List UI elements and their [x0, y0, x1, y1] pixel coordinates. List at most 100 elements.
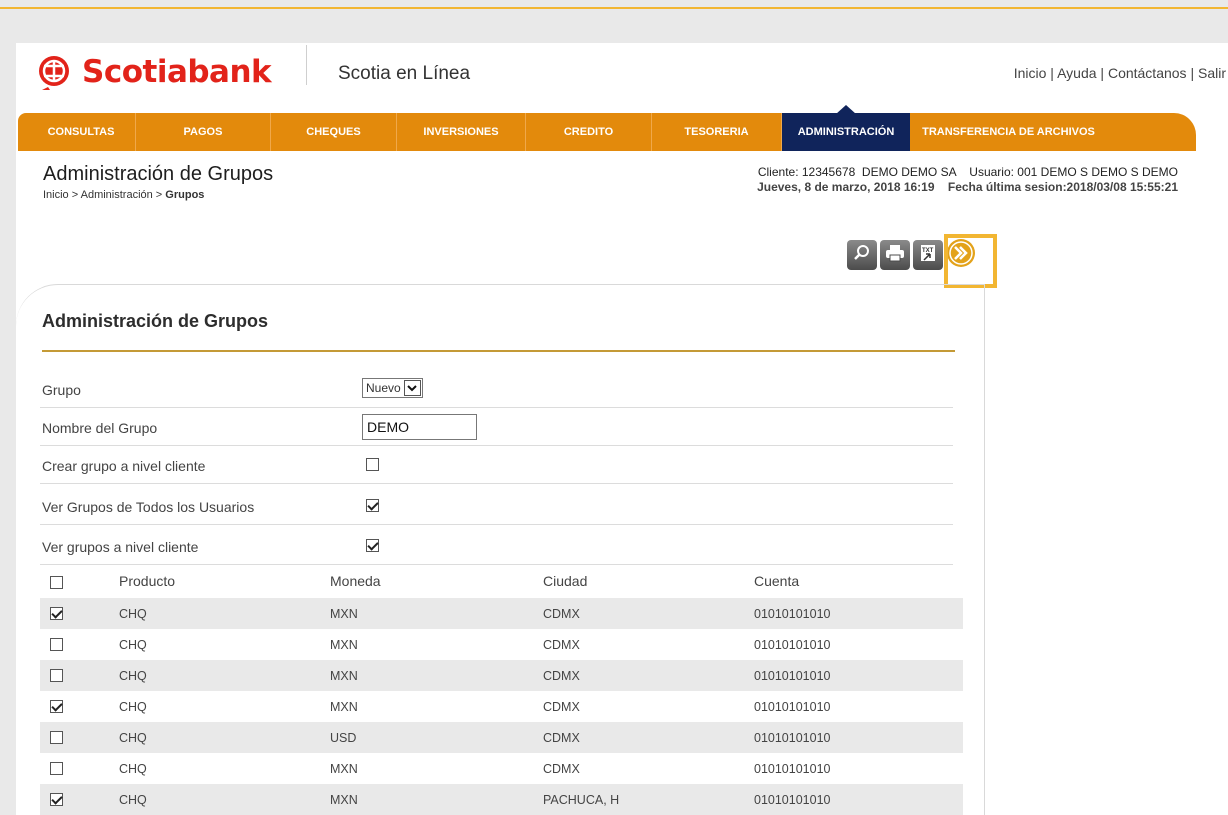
ver-cliente-checkbox[interactable] — [366, 539, 379, 552]
scotiabank-logo[interactable]: Scotiabank — [36, 54, 272, 90]
table-header: Producto Moneda Ciudad Cuenta — [40, 566, 963, 598]
table-row: CHQ MXN PACHUCA, H 01010101010 — [40, 784, 963, 815]
cell-cuenta: 01010101010 — [754, 731, 831, 745]
cell-moneda: USD — [330, 731, 357, 745]
form-row-crear: Crear grupo a nivel cliente — [40, 446, 953, 484]
table-row: CHQ MXN CDMX 01010101010 — [40, 753, 963, 784]
cell-producto: CHQ — [119, 700, 147, 714]
breadcrumb-path[interactable]: Inicio > Administración > — [43, 189, 165, 201]
ver-todos-label: Ver Grupos de Todos los Usuarios — [42, 499, 255, 515]
row-checkbox[interactable] — [50, 669, 63, 682]
breadcrumb: Inicio > Administración > Grupos — [43, 189, 204, 201]
form-row-grupo: Grupo Nuevo — [40, 370, 953, 408]
nav-pagos[interactable]: PAGOS — [136, 113, 271, 151]
top-accent-line — [0, 7, 1228, 9]
cell-moneda: MXN — [330, 638, 358, 652]
link-separator: | — [1096, 65, 1108, 81]
row-checkbox[interactable] — [50, 638, 63, 651]
link-inicio[interactable]: Inicio — [1014, 65, 1047, 81]
cell-ciudad: PACHUCA, H — [543, 793, 620, 807]
form-row-ver-todos: Ver Grupos de Todos los Usuarios — [40, 487, 953, 525]
product-name: Scotia en Línea — [338, 63, 471, 84]
cell-cuenta: 01010101010 — [754, 700, 831, 714]
breadcrumb-current: Grupos — [165, 189, 205, 201]
logo-wordmark: Scotiabank — [82, 54, 272, 90]
ver-cliente-label: Ver grupos a nivel cliente — [42, 539, 199, 555]
header-divider — [306, 45, 307, 85]
table-row: CHQ USD CDMX 01010101010 — [40, 722, 963, 753]
cell-producto: CHQ — [119, 731, 147, 745]
table-row: CHQ MXN CDMX 01010101010 — [40, 660, 963, 691]
ver-todos-checkbox[interactable] — [366, 499, 379, 512]
nav-credito[interactable]: CREDITO — [526, 113, 652, 151]
cell-moneda: MXN — [330, 669, 358, 683]
cell-producto: CHQ — [119, 762, 147, 776]
row-checkbox[interactable] — [50, 731, 63, 744]
accounts-table: Producto Moneda Ciudad Cuenta CHQ MXN CDMX… — [40, 566, 963, 815]
table-row: CHQ MXN CDMX 01010101010 — [40, 598, 963, 629]
table-row: CHQ MXN CDMX 01010101010 — [40, 629, 963, 660]
nav-transferencia-de-archivos[interactable]: TRANSFERENCIA DE ARCHIVOS — [910, 113, 1107, 151]
grupo-label: Grupo — [42, 382, 81, 398]
link-salir[interactable]: Salir — [1198, 65, 1226, 81]
cell-moneda: MXN — [330, 607, 358, 621]
cell-cuenta: 01010101010 — [754, 638, 831, 652]
nombre-label: Nombre del Grupo — [42, 420, 158, 436]
cell-ciudad: CDMX — [543, 762, 580, 776]
nombre-input[interactable] — [362, 414, 477, 440]
header-cuenta: Cuenta — [754, 573, 800, 589]
print-button[interactable] — [880, 240, 910, 270]
form-row-nombre: Nombre del Grupo — [40, 408, 953, 446]
cell-ciudad: CDMX — [543, 607, 580, 621]
row-checkbox[interactable] — [50, 762, 63, 775]
cell-moneda: MXN — [330, 700, 358, 714]
chevron-down-icon — [403, 380, 421, 396]
txt-export-icon: TXT — [918, 243, 938, 268]
cell-producto: CHQ — [119, 793, 147, 807]
row-checkbox[interactable] — [50, 700, 63, 713]
header-moneda: Moneda — [330, 573, 381, 589]
txt-export-button[interactable]: TXT — [913, 240, 943, 270]
link-contactanos[interactable]: Contáctanos — [1108, 65, 1187, 81]
top-links: Inicio | Ayuda | Contáctanos | Salir — [1014, 65, 1226, 81]
link-separator: | — [1186, 65, 1198, 81]
table-row: CHQ MXN CDMX 01010101010 — [40, 691, 963, 722]
nav-tesoreria[interactable]: TESORERIA — [652, 113, 782, 151]
table-body: CHQ MXN CDMX 01010101010 CHQ MXN CDMX 010101010… — [40, 598, 963, 815]
date-session-line: Jueves, 8 de marzo, 2018 16:19 Fecha últ… — [757, 180, 1178, 194]
header-producto: Producto — [119, 573, 176, 589]
cell-cuenta: 01010101010 — [754, 607, 831, 621]
select-all-checkbox[interactable] — [50, 576, 63, 589]
page-title: Administración de Grupos — [43, 163, 274, 185]
panel-title: Administración de Grupos — [42, 311, 269, 331]
grupo-select[interactable]: Nuevo — [362, 378, 423, 398]
cell-cuenta: 01010101010 — [754, 669, 831, 683]
client-info: Cliente: 12345678 DEMO DEMO SA Usuario: … — [757, 165, 1178, 195]
cell-producto: CHQ — [119, 607, 147, 621]
nav-inversiones[interactable]: INVERSIONES — [397, 113, 526, 151]
nav-administracion[interactable]: ADMINISTRACIÓN — [782, 105, 910, 151]
cell-producto: CHQ — [119, 669, 147, 683]
client-user-line: Cliente: 12345678 DEMO DEMO SA Usuario: … — [757, 165, 1178, 179]
link-separator: | — [1046, 65, 1058, 81]
cell-ciudad: CDMX — [543, 638, 580, 652]
row-checkbox[interactable] — [50, 607, 63, 620]
page-content: Scotiabank Scotia en Línea Inicio | Ayud… — [16, 43, 1228, 815]
form-row-ver-cliente: Ver grupos a nivel cliente — [40, 527, 953, 565]
link-ayuda[interactable]: Ayuda — [1057, 65, 1096, 81]
search-button[interactable] — [847, 240, 877, 270]
cell-cuenta: 01010101010 — [754, 762, 831, 776]
cell-ciudad: CDMX — [543, 669, 580, 683]
panel-title-rule — [42, 350, 955, 352]
cell-ciudad: CDMX — [543, 700, 580, 714]
nav-consultas[interactable]: CONSULTAS — [27, 113, 136, 151]
grupo-select-value: Nuevo — [366, 381, 401, 395]
crear-label: Crear grupo a nivel cliente — [42, 458, 206, 474]
next-button-highlight — [944, 234, 997, 288]
row-checkbox[interactable] — [50, 793, 63, 806]
header-ciudad: Ciudad — [543, 573, 588, 589]
cell-cuenta: 01010101010 — [754, 793, 831, 807]
crear-checkbox[interactable] — [366, 458, 379, 471]
nav-cheques[interactable]: CHEQUES — [271, 113, 397, 151]
svg-text:TXT: TXT — [922, 248, 934, 254]
